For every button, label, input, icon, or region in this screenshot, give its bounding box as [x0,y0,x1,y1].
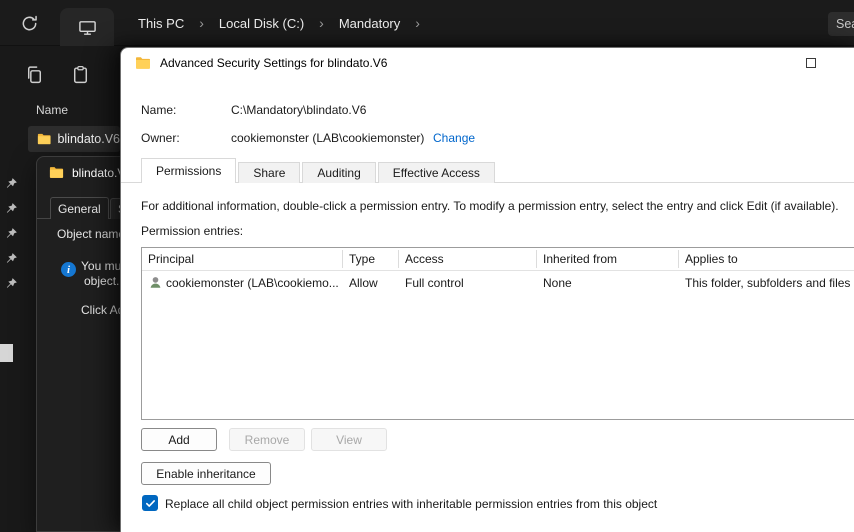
user-icon [150,277,161,288]
refresh-button[interactable] [20,14,40,34]
this-pc-icon [78,20,96,35]
enable-inheritance-button[interactable]: Enable inheritance [141,462,271,485]
chevron-right-icon: › [415,15,420,31]
owner-label: Owner: [141,131,180,145]
change-owner-link[interactable]: Change [433,131,475,145]
name-value: C:\Mandatory\blindato.V6 [231,103,367,117]
add-button[interactable]: Add [141,428,217,451]
search-input[interactable]: Sea [828,12,854,36]
info-icon: i [61,262,76,277]
column-separator [678,250,679,268]
column-header-access[interactable]: Access [405,248,444,270]
explorer-tab-this-pc[interactable] [60,8,114,46]
explorer-topbar: This PC › Local Disk (C:) › Mandatory › … [0,0,854,46]
breadcrumb-mandatory[interactable]: Mandatory [329,16,410,31]
maximize-button[interactable] [789,48,833,78]
folder-icon [37,133,51,145]
permissions-info-text: For additional information, double-click… [141,199,839,213]
properties-dialog-title: blindato.V [72,165,126,180]
file-label: blindato.V6 [57,132,120,146]
checkmark-icon [145,499,155,507]
cell-type: Allow [349,276,378,290]
view-button[interactable]: View [311,428,387,451]
tab-share[interactable]: Share [238,162,301,183]
permission-entry-row[interactable]: cookiemonster (LAB\cookiemo... Allow Ful… [142,271,854,295]
dialog-titlebar: Advanced Security Settings for blindato.… [135,55,387,71]
paste-button[interactable] [70,64,92,86]
permission-entries-label: Permission entries: [141,224,244,238]
maximize-icon [806,58,816,68]
owner-value: cookiemonster (LAB\cookiemonster) [231,131,425,145]
dialog-title: Advanced Security Settings for blindato.… [160,56,388,70]
cell-access: Full control [405,276,464,290]
column-header-applies-to[interactable]: Applies to [685,248,738,270]
pinned-item-icon[interactable] [5,277,18,290]
column-header-principal[interactable]: Principal [148,248,194,270]
pinned-item-icon[interactable] [5,202,18,215]
advanced-security-dialog: Advanced Security Settings for blindato.… [120,47,854,532]
cell-applies-to: This folder, subfolders and files [685,276,851,290]
chevron-right-icon: › [319,15,324,31]
info-text-line2: object. [84,274,120,288]
replace-permissions-checkbox[interactable] [142,495,158,511]
copy-button[interactable] [24,64,46,86]
folder-icon [136,57,150,69]
column-header-type[interactable]: Type [349,248,375,270]
paste-icon [73,65,88,84]
pinned-item-icon[interactable] [5,252,18,265]
object-name-label: Object name: [57,227,129,241]
chevron-right-icon: › [199,15,204,31]
tab-auditing[interactable]: Auditing [302,162,376,183]
column-separator [342,250,343,268]
column-separator [398,250,399,268]
cell-inherited-from: None [543,276,572,290]
replace-permissions-checkbox-label[interactable]: Replace all child object permission entr… [165,497,657,511]
breadcrumb-local-disk-c[interactable]: Local Disk (C:) [209,16,314,31]
cell-principal: cookiemonster (LAB\cookiemo... [166,276,339,290]
desktop-screen: This PC › Local Disk (C:) › Mandatory › … [0,0,854,532]
pinned-item-icon[interactable] [5,227,18,240]
column-separator [536,250,537,268]
name-label: Name: [141,103,177,117]
tab-effective-access[interactable]: Effective Access [377,162,495,183]
breadcrumb: This PC › Local Disk (C:) › Mandatory › [128,0,425,46]
dialog-tabs: Permissions Share Auditing Effective Acc… [141,158,497,183]
permission-entries-table: Principal Type Access Inherited from App… [141,247,854,420]
pinned-item-icon[interactable] [5,177,18,190]
info-text-line3: Click Ad [81,303,125,317]
remove-button[interactable]: Remove [229,428,305,451]
scrollbar-thumb[interactable] [0,344,13,362]
folder-icon [49,167,64,178]
column-header-inherited-from[interactable]: Inherited from [543,248,617,270]
properties-dialog-titlebar: blindato.V [49,165,125,180]
copy-icon [27,66,42,84]
file-row-blindato[interactable]: blindato.V6 [28,126,120,152]
breadcrumb-this-pc[interactable]: This PC [128,16,194,31]
tab-permissions[interactable]: Permissions [141,158,237,183]
tab-general[interactable]: General [50,197,109,219]
refresh-icon [22,15,37,31]
column-header-name[interactable]: Name [36,103,68,117]
